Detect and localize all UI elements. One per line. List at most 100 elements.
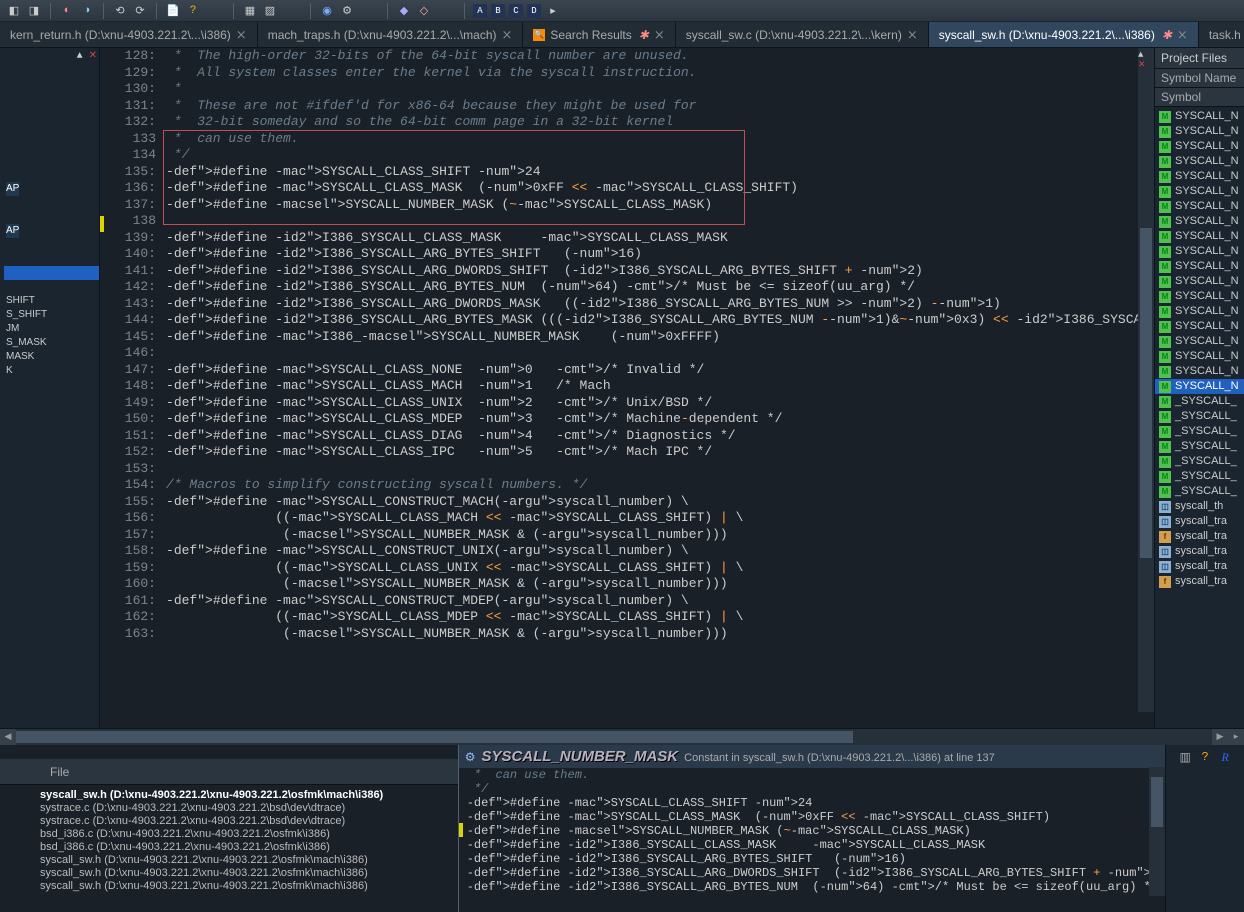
- symbol-list-item[interactable]: ◫syscall_tra: [1155, 559, 1244, 574]
- scroll-left-icon[interactable]: ◀: [0, 729, 16, 745]
- tool-icon[interactable]: ▨: [262, 3, 278, 19]
- tool-icon[interactable]: ◨: [26, 3, 42, 19]
- symbol-list-item[interactable]: ◫syscall_tra: [1155, 544, 1244, 559]
- tool-icon[interactable]: ◐: [59, 3, 75, 19]
- editor-tab[interactable]: task.h (D:\⨯: [1199, 22, 1244, 47]
- scroll-end-icon[interactable]: ▸: [1228, 729, 1244, 745]
- symbol-list-item[interactable]: M_SYSCALL_: [1155, 409, 1244, 424]
- close-icon[interactable]: ⨯: [654, 27, 665, 43]
- context-vscroll[interactable]: [1149, 767, 1165, 896]
- result-file-row[interactable]: syscall_sw.h (D:\xnu-4903.221.2\xnu-4903…: [40, 880, 458, 893]
- symbol-list-item[interactable]: MSYSCALL_N: [1155, 109, 1244, 124]
- symbol-list-item[interactable]: MSYSCALL_N: [1155, 334, 1244, 349]
- editor-tab[interactable]: kern_return.h (D:\xnu-4903.221.2\...\i38…: [0, 22, 258, 47]
- symbol-list-item[interactable]: M_SYSCALL_: [1155, 484, 1244, 499]
- symbol-list-item[interactable]: ◫syscall_th: [1155, 499, 1244, 514]
- symbol-list-item[interactable]: MSYSCALL_N: [1155, 349, 1244, 364]
- outline-item[interactable]: JM: [4, 322, 99, 336]
- tool-icon[interactable]: ◇: [416, 3, 432, 19]
- symbol-name: SYSCALL_N: [1175, 124, 1239, 139]
- outline-item[interactable]: AP: [4, 224, 99, 238]
- result-file-row[interactable]: syscall_sw.h (D:\xnu-4903.221.2\xnu-4903…: [40, 789, 458, 802]
- tool-icon[interactable]: ⚙: [339, 3, 355, 19]
- symbol-list-item[interactable]: MSYSCALL_N: [1155, 139, 1244, 154]
- outline-item[interactable]: S_MASK: [4, 336, 99, 350]
- symbol-list-item[interactable]: MSYSCALL_N: [1155, 214, 1244, 229]
- outline-item[interactable]: [4, 266, 99, 280]
- tool-icon[interactable]: ⟳: [132, 3, 148, 19]
- symbol-list-item[interactable]: MSYSCALL_N: [1155, 229, 1244, 244]
- code-content[interactable]: * The high-order 32-bits of the 64-bit s…: [162, 48, 1154, 728]
- symbol-type-icon: M: [1159, 321, 1171, 333]
- symbol-list-item[interactable]: MSYSCALL_N: [1155, 319, 1244, 334]
- symbol-list-item[interactable]: fsyscall_tra: [1155, 574, 1244, 589]
- symbol-list-item[interactable]: MSYSCALL_N: [1155, 289, 1244, 304]
- outline-item[interactable]: [4, 196, 99, 210]
- symbol-list-item[interactable]: MSYSCALL_N: [1155, 124, 1244, 139]
- editor-tab[interactable]: syscall_sw.h (D:\xnu-4903.221.2\...\i386…: [929, 22, 1199, 47]
- symbol-list-item[interactable]: MSYSCALL_N: [1155, 244, 1244, 259]
- outline-item[interactable]: S_SHIFT: [4, 308, 99, 322]
- tool-icon[interactable]: C: [509, 4, 523, 18]
- context-code[interactable]: * can use them. */-def">#define -mac">SY…: [459, 768, 1166, 912]
- symbol-list-item[interactable]: MSYSCALL_N: [1155, 259, 1244, 274]
- tool-icon[interactable]: ?: [1197, 749, 1213, 765]
- result-file-row[interactable]: systrace.c (D:\xnu-4903.221.2\xnu-4903.2…: [40, 815, 458, 828]
- symbol-list-item[interactable]: M_SYSCALL_: [1155, 454, 1244, 469]
- tool-icon[interactable]: ◉: [319, 3, 335, 19]
- tool-icon[interactable]: ▸: [545, 3, 561, 19]
- outline-item[interactable]: SHIFT: [4, 294, 99, 308]
- code-editor[interactable]: 128:129:130:131:132:133134135:136:137:13…: [100, 48, 1154, 728]
- result-file-row[interactable]: systrace.c (D:\xnu-4903.221.2\xnu-4903.2…: [40, 802, 458, 815]
- symbol-list-item[interactable]: MSYSCALL_N: [1155, 184, 1244, 199]
- symbol-list-item[interactable]: M_SYSCALL_: [1155, 439, 1244, 454]
- horizontal-scrollbar[interactable]: ◀ ▶ ▸: [0, 728, 1244, 744]
- editor-tab[interactable]: syscall_sw.c (D:\xnu-4903.221.2\...\kern…: [676, 22, 929, 47]
- outline-item[interactable]: [4, 280, 99, 294]
- symbol-list-item[interactable]: ◫syscall_tra: [1155, 514, 1244, 529]
- symbol-list-item[interactable]: fsyscall_tra: [1155, 529, 1244, 544]
- tool-icon[interactable]: D: [527, 4, 541, 18]
- symbol-list-item[interactable]: MSYSCALL_N: [1155, 154, 1244, 169]
- close-icon[interactable]: ⨯: [907, 27, 918, 43]
- tool-icon[interactable]: A: [473, 4, 487, 18]
- symbol-list-item[interactable]: MSYSCALL_N: [1155, 169, 1244, 184]
- symbol-list-item[interactable]: MSYSCALL_N: [1155, 274, 1244, 289]
- close-icon[interactable]: ⨯: [236, 27, 247, 43]
- tool-icon[interactable]: ?: [185, 3, 201, 19]
- editor-tab[interactable]: mach_traps.h (D:\xnu-4903.221.2\...\mach…: [258, 22, 524, 47]
- tool-icon[interactable]: ⟲: [112, 3, 128, 19]
- tool-icon[interactable]: R: [1217, 749, 1233, 765]
- symbol-list-item[interactable]: M_SYSCALL_: [1155, 424, 1244, 439]
- outline-item[interactable]: [4, 168, 99, 182]
- outline-item[interactable]: [4, 210, 99, 224]
- symbol-list-item[interactable]: M_SYSCALL_: [1155, 469, 1244, 484]
- result-file-row[interactable]: syscall_sw.h (D:\xnu-4903.221.2\xnu-4903…: [40, 854, 458, 867]
- editor-tab[interactable]: 🔍Search Results✱⨯: [523, 22, 675, 47]
- symbol-list-item[interactable]: MSYSCALL_N: [1155, 364, 1244, 379]
- tool-icon[interactable]: 📄: [165, 3, 181, 19]
- result-file-row[interactable]: syscall_sw.h (D:\xnu-4903.221.2\xnu-4903…: [40, 867, 458, 880]
- symbol-list-item[interactable]: MSYSCALL_N: [1155, 379, 1244, 394]
- symbol-list-item[interactable]: M_SYSCALL_: [1155, 394, 1244, 409]
- scroll-right-icon[interactable]: ▶: [1212, 729, 1228, 745]
- result-file-row[interactable]: bsd_i386.c (D:\xnu-4903.221.2\xnu-4903.2…: [40, 828, 458, 841]
- close-icon[interactable]: ⨯: [501, 27, 512, 43]
- tool-icon[interactable]: ▥: [1177, 749, 1193, 765]
- vertical-scrollbar[interactable]: ▲ ✕: [1138, 48, 1154, 712]
- tool-icon[interactable]: ▦: [242, 3, 258, 19]
- symbol-list-item[interactable]: MSYSCALL_N: [1155, 199, 1244, 214]
- outline-item[interactable]: AP: [4, 182, 99, 196]
- outline-item[interactable]: MASK: [4, 350, 99, 364]
- outline-item[interactable]: [4, 238, 99, 252]
- outline-item[interactable]: [4, 252, 99, 266]
- tool-icon[interactable]: B: [491, 4, 505, 18]
- symbol-name: SYSCALL_N: [1175, 214, 1239, 229]
- close-icon[interactable]: ⨯: [1177, 27, 1188, 43]
- tool-icon[interactable]: ◧: [6, 3, 22, 19]
- tool-icon[interactable]: ◆: [396, 3, 412, 19]
- outline-item[interactable]: K: [4, 364, 99, 378]
- results-column-header[interactable]: File: [0, 759, 458, 785]
- symbol-list-item[interactable]: MSYSCALL_N: [1155, 304, 1244, 319]
- tool-icon[interactable]: ◑: [79, 3, 95, 19]
